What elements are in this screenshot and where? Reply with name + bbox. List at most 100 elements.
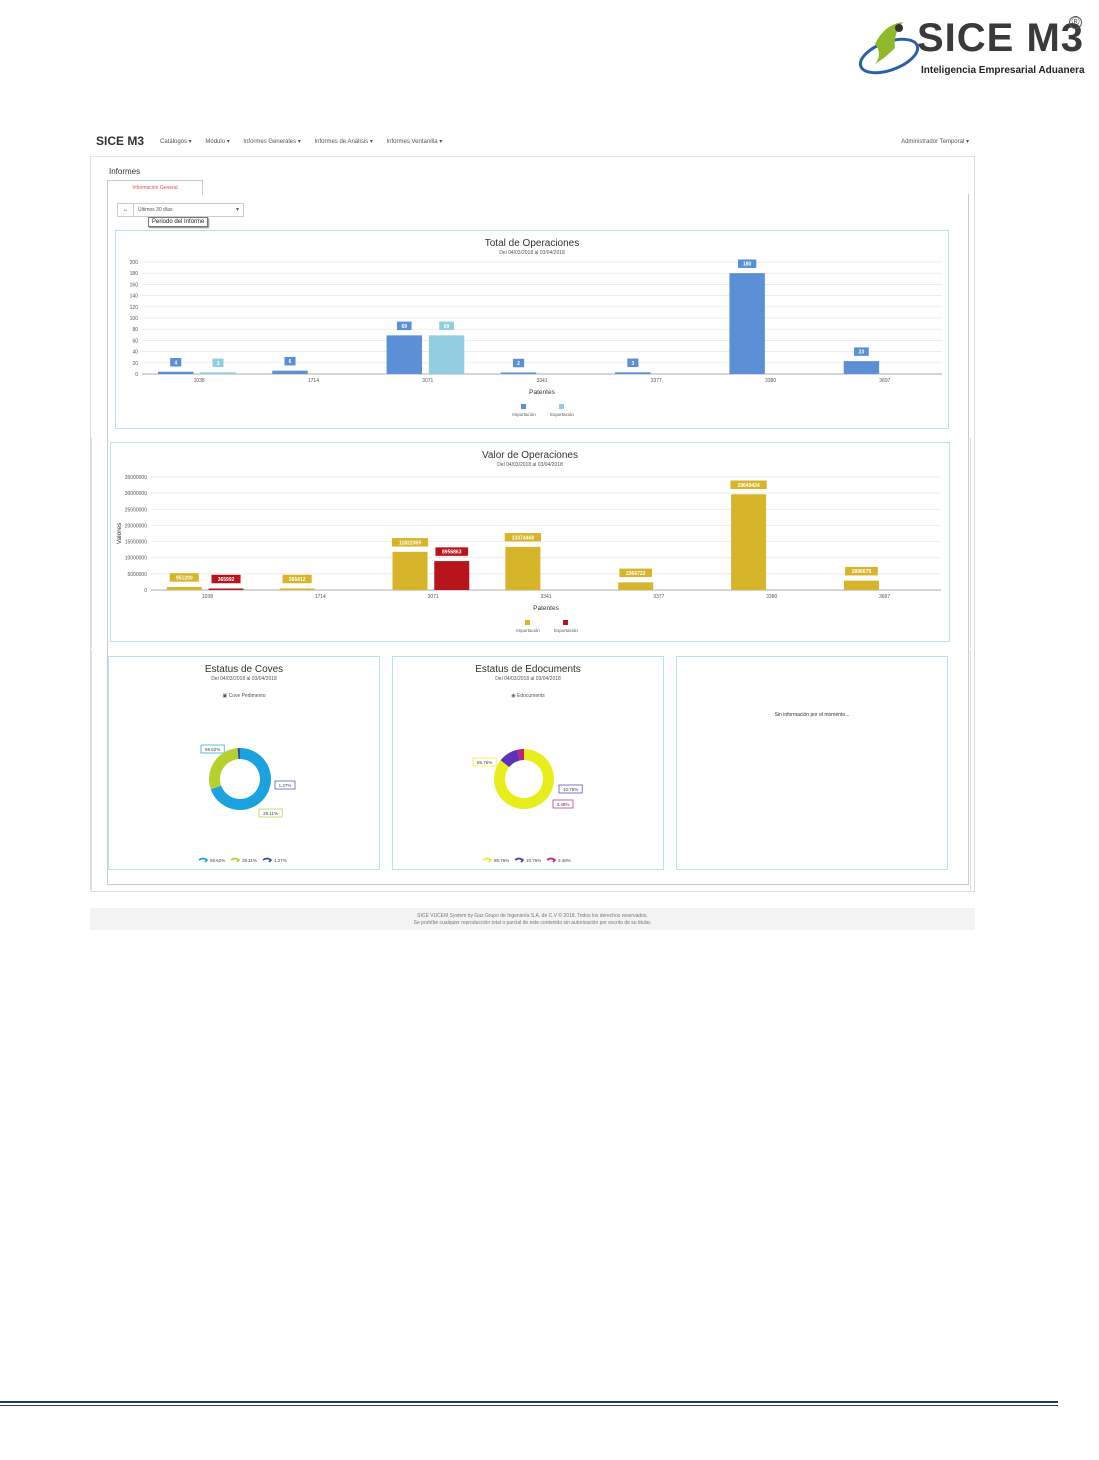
pie-svg: 85.76% 10.76% 3.48% 85.76% 10.76% 3.48% bbox=[472, 749, 583, 863]
period-select[interactable]: ↔ Últimos 30 días ▼ bbox=[117, 203, 244, 217]
bar bbox=[618, 582, 654, 590]
legend-label: Importación bbox=[516, 628, 540, 633]
bar bbox=[843, 580, 879, 590]
x-tick-label: 3341 bbox=[536, 378, 547, 384]
x-tick-label: 1714 bbox=[315, 594, 326, 600]
data-label: 3 bbox=[217, 361, 220, 367]
x-tick-label: 3377 bbox=[653, 594, 664, 600]
pie-card-edocuments: Estatus de Edocuments Del 04/03/2018 al … bbox=[392, 656, 664, 870]
legend-swatch bbox=[198, 857, 209, 863]
data-label: 6 bbox=[289, 359, 292, 365]
bar bbox=[505, 546, 541, 590]
pie-card-coves: Estatus de Coves Del 04/03/2018 al 03/04… bbox=[108, 656, 380, 870]
y-tick-label: 140 bbox=[130, 294, 139, 300]
legend-swatch bbox=[262, 857, 273, 863]
menu-informes-analisis[interactable]: Informes de Análisis ▾ bbox=[314, 139, 372, 145]
data-label: 2896675 bbox=[852, 569, 872, 575]
y-tick-label: 25000000 bbox=[125, 507, 147, 513]
user-menu[interactable]: Administrador Temporal ▾ bbox=[901, 138, 969, 145]
legend-label: 1.27% bbox=[274, 858, 287, 863]
pie-svg: 69.62% 29.11% 1.27% 69.62% 29.11% 1.27% bbox=[198, 744, 296, 863]
bar bbox=[615, 372, 651, 374]
period-toggle-button[interactable]: ↔ bbox=[118, 204, 134, 216]
x-axis-title: Patentes bbox=[529, 389, 555, 396]
registered-mark: ® bbox=[1069, 16, 1082, 29]
data-label: 13374468 bbox=[512, 535, 534, 541]
legend-label: 85.76% bbox=[494, 858, 509, 863]
legend-label: Exportación bbox=[550, 412, 574, 417]
navbar-logo[interactable]: SICE M3 bbox=[96, 134, 144, 148]
no-data-message: Sin información por el momento... bbox=[774, 712, 850, 718]
legend-label: 10.76% bbox=[526, 858, 541, 863]
logo-brand-text: SICE M3 bbox=[917, 16, 1085, 60]
menu-catalogos[interactable]: Catálogos ▾ bbox=[160, 139, 192, 145]
data-label: 951200 bbox=[176, 575, 193, 581]
y-tick-label: 100 bbox=[130, 316, 139, 322]
x-tick-label: 3380 bbox=[765, 378, 776, 384]
y-tick-label: 0 bbox=[135, 372, 138, 378]
period-tooltip: Periodo del Informe bbox=[148, 217, 209, 227]
sice-logo: SICE M3 ® Inteligencia Empresarial Aduan… bbox=[855, 14, 1099, 84]
navbar-menu: Catálogos ▾ Módulo ▾ Informes Generales … bbox=[160, 138, 454, 145]
legend-label: 3.48% bbox=[558, 858, 571, 863]
data-label: 2 bbox=[517, 361, 520, 367]
y-tick-label: 40 bbox=[132, 350, 138, 356]
x-tick-label: 3341 bbox=[540, 594, 551, 600]
x-tick-label: 1038 bbox=[202, 594, 213, 600]
legend-swatch bbox=[514, 857, 525, 863]
page-title: Informes bbox=[109, 167, 141, 176]
slice-label: 10.76% bbox=[563, 787, 578, 792]
legend-swatch bbox=[230, 857, 241, 863]
y-tick-label: 30000000 bbox=[125, 491, 147, 497]
bar bbox=[386, 335, 422, 374]
data-label: 365412 bbox=[289, 577, 306, 583]
bar bbox=[200, 372, 236, 374]
bar bbox=[208, 588, 244, 590]
tab-informacion-general[interactable]: Información General bbox=[107, 180, 203, 195]
data-label: 2366722 bbox=[626, 571, 646, 577]
bar bbox=[434, 561, 470, 590]
bar bbox=[392, 551, 428, 590]
menu-informes-ventanilla[interactable]: Informes Ventanilla ▾ bbox=[387, 139, 443, 145]
legend-label: Importación bbox=[512, 412, 536, 417]
page-rule bbox=[0, 1401, 1058, 1403]
data-label: 69 bbox=[444, 324, 450, 330]
page-rule bbox=[0, 1405, 1058, 1406]
legend-swatch bbox=[525, 620, 530, 625]
legend-swatch bbox=[563, 620, 568, 625]
legend-label: 29.11% bbox=[242, 858, 257, 863]
empty-card: Sin información por el momento... bbox=[676, 656, 948, 870]
menu-modulo[interactable]: Módulo ▾ bbox=[205, 139, 229, 145]
x-axis-title: Patentes bbox=[533, 605, 559, 612]
data-label: 365992 bbox=[218, 577, 235, 583]
y-tick-label: 35000000 bbox=[125, 475, 147, 481]
pie-slice bbox=[209, 748, 239, 790]
slice-label: 3.48% bbox=[557, 802, 570, 807]
y-tick-label: 160 bbox=[130, 282, 139, 288]
y-tick-label: 80 bbox=[132, 327, 138, 333]
x-tick-label: 3697 bbox=[879, 378, 890, 384]
bar bbox=[158, 371, 194, 374]
menu-informes-generales[interactable]: Informes Generales ▾ bbox=[243, 139, 300, 145]
x-tick-label: 1038 bbox=[194, 378, 205, 384]
chart-svg: 0 5000000 10000000 15000000 20000000 25000000… bbox=[116, 475, 941, 633]
data-label: 3 bbox=[631, 361, 634, 367]
bar bbox=[500, 372, 537, 374]
y-tick-label: 15000000 bbox=[125, 540, 147, 546]
period-value: Últimos 30 días bbox=[138, 207, 173, 213]
slice-label: 85.76% bbox=[477, 760, 492, 765]
bar bbox=[731, 494, 767, 590]
data-label: 4 bbox=[174, 360, 177, 366]
x-tick-label: 3071 bbox=[428, 594, 439, 600]
bar bbox=[843, 361, 880, 374]
data-label: 8956863 bbox=[442, 550, 462, 556]
legend-swatch bbox=[521, 404, 526, 409]
legend-label: 69.62% bbox=[210, 858, 225, 863]
y-tick-label: 20 bbox=[132, 361, 138, 367]
caret-down-icon[interactable]: ▼ bbox=[235, 204, 240, 216]
data-label: 11822369 bbox=[399, 540, 421, 546]
bar bbox=[279, 588, 315, 590]
logo-swoosh-icon bbox=[858, 22, 920, 75]
logo-tagline: Inteligencia Empresarial Aduanera bbox=[921, 65, 1085, 76]
slice-label: 69.62% bbox=[205, 747, 220, 752]
